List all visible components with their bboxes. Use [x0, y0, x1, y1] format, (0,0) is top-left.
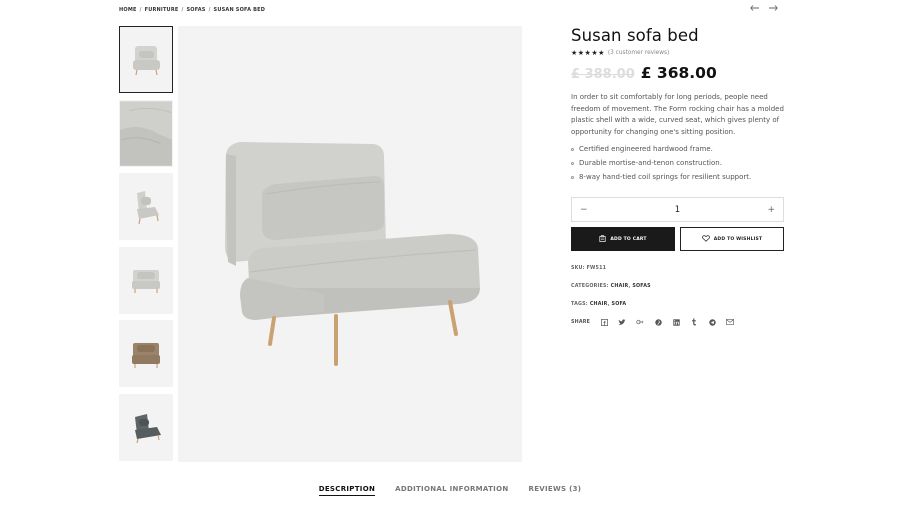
arrow-left-icon[interactable]: [750, 4, 759, 14]
categories-label: CATEGORIES:: [571, 284, 609, 290]
product-main-image[interactable]: [178, 26, 522, 462]
tags-row: TAGS: CHAIR, SOFA: [571, 302, 627, 308]
breadcrumb-sofas[interactable]: SOFAS: [186, 7, 205, 13]
feature-list: Certified engineered hardwood frame. Dur…: [571, 142, 786, 184]
arrow-right-icon[interactable]: [769, 4, 778, 14]
feature-item: Durable mortise-and-tenon construction.: [571, 156, 786, 170]
feature-item: 8-way hand-tied coil springs for resilie…: [571, 170, 786, 184]
product-tabs: DESCRIPTION ADDITIONAL INFORMATION REVIE…: [0, 485, 900, 496]
add-to-cart-button[interactable]: ADD TO CART: [571, 227, 675, 252]
thumbnail-3[interactable]: [119, 173, 173, 240]
thumbnail-2[interactable]: [119, 99, 173, 167]
sku-row: SKU: FW511: [571, 266, 786, 271]
tags-label: TAGS:: [571, 302, 588, 308]
telegram-icon[interactable]: [708, 318, 716, 326]
facebook-icon[interactable]: [600, 318, 608, 326]
tab-additional-information[interactable]: ADDITIONAL INFORMATION: [395, 485, 508, 496]
sku-value: FW511: [586, 266, 607, 272]
add-to-wishlist-button[interactable]: ADD TO WISHLIST: [680, 227, 784, 252]
product-description: In order to sit comfortably for long per…: [571, 93, 784, 136]
tab-description[interactable]: DESCRIPTION: [318, 485, 376, 496]
feature-text: Durable mortise-and-tenon construction.: [579, 159, 722, 168]
star-rating-icon: ★★★★★: [571, 49, 605, 57]
breadcrumb: HOME / FURNITURE / SOFAS / SUSAN SOFA BE…: [119, 7, 265, 13]
product-meta: SKU: FW511 CATEGORIES: CHAIR, SOFAS TAGS…: [571, 266, 786, 326]
cart-icon: [599, 235, 606, 244]
bullet-icon: [571, 175, 574, 179]
google-plus-icon[interactable]: [636, 318, 644, 326]
share-row: SHARE: [571, 318, 786, 326]
thumbnail-6[interactable]: [119, 393, 173, 461]
customer-reviews-link[interactable]: (3 customer reviews): [608, 50, 669, 56]
thumbnail-gallery: [119, 26, 173, 467]
price-current: £ 368.00: [640, 64, 717, 82]
tag-link[interactable]: CHAIR: [590, 302, 608, 307]
quantity-decrease-button[interactable]: −: [580, 205, 588, 215]
breadcrumb-home[interactable]: HOME: [119, 7, 137, 13]
category-link[interactable]: SOFAS: [632, 284, 650, 289]
sofa-bed-illustration: [225, 142, 480, 366]
thumbnail-4[interactable]: [119, 246, 173, 314]
product-info: Susan sofa bed ★★★★★ (3 customer reviews…: [571, 26, 786, 326]
heart-icon: [701, 235, 710, 244]
category-link[interactable]: CHAIR: [611, 284, 629, 289]
bullet-icon: [571, 147, 574, 151]
email-icon[interactable]: [726, 318, 735, 326]
product-actions: ADD TO CART ADD TO WISHLIST: [571, 227, 786, 252]
bullet-icon: [571, 161, 574, 165]
thumbnail-1[interactable]: [119, 26, 173, 93]
twitter-icon[interactable]: [618, 318, 626, 326]
add-to-wishlist-label: ADD TO WISHLIST: [713, 236, 763, 242]
tag-link[interactable]: SOFA: [612, 302, 627, 307]
thumbnail-5[interactable]: [119, 320, 173, 387]
price: £ 388.00 £ 368.00: [571, 64, 786, 82]
share-label: SHARE: [571, 319, 591, 325]
product-title: Susan sofa bed: [571, 26, 699, 45]
feature-text: 8-way hand-tied coil springs for resilie…: [579, 173, 752, 182]
price-old: £ 388.00: [571, 67, 635, 82]
categories-row: CATEGORIES: CHAIR, SOFAS: [571, 284, 651, 290]
breadcrumb-current: SUSAN SOFA BED: [213, 7, 266, 13]
breadcrumb-furniture[interactable]: FURNITURE: [145, 7, 179, 13]
tab-reviews[interactable]: REVIEWS (3): [529, 485, 582, 496]
breadcrumb-separator: /: [139, 7, 142, 13]
feature-text: Certified engineered hardwood frame.: [579, 145, 713, 154]
breadcrumb-separator: /: [181, 7, 184, 13]
quantity-stepper: − 1 +: [571, 197, 784, 223]
feature-item: Certified engineered hardwood frame.: [571, 142, 786, 156]
add-to-cart-label: ADD TO CART: [610, 236, 647, 242]
tumblr-icon[interactable]: [690, 318, 698, 326]
sku-label: SKU:: [571, 266, 585, 272]
quantity-increase-button[interactable]: +: [767, 205, 775, 215]
product-navigation: [750, 4, 778, 14]
pinterest-icon[interactable]: [654, 318, 662, 326]
linkedin-icon[interactable]: [672, 318, 680, 326]
quantity-value[interactable]: 1: [675, 205, 680, 215]
breadcrumb-separator: /: [208, 7, 211, 13]
rating: ★★★★★ (3 customer reviews): [571, 49, 786, 57]
